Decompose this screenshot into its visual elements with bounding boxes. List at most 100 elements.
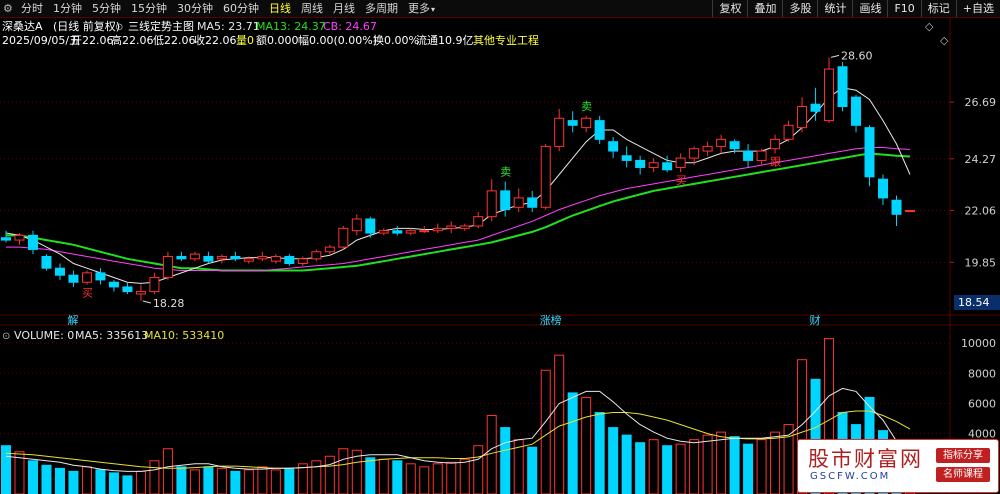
toolbar-button[interactable]: 复权 — [712, 0, 747, 17]
volume-bar — [378, 458, 389, 494]
toolbar-button[interactable]: 多股 — [782, 0, 817, 17]
candle-body — [405, 230, 416, 234]
candle-body — [243, 258, 254, 262]
toolbar-button[interactable]: F10 — [887, 0, 920, 17]
volume-bar — [581, 396, 592, 494]
candle-body — [729, 141, 740, 150]
period-tab[interactable]: 1分钟 — [48, 0, 87, 17]
volume-bar — [149, 460, 160, 494]
volume-bar — [365, 457, 376, 494]
candle-body — [297, 258, 308, 264]
settings-gear-icon[interactable]: ⚙ — [3, 3, 14, 14]
candle-body — [257, 255, 268, 260]
cb-line — [6, 152, 911, 272]
candle-body — [581, 117, 592, 129]
volume-bar — [392, 460, 403, 494]
period-tab[interactable]: 30分钟 — [172, 0, 218, 17]
signal-marker: 买 — [676, 174, 687, 187]
period-tab[interactable]: 5分钟 — [87, 0, 126, 17]
watermark-tag-indicator[interactable]: 指标分享 — [936, 448, 990, 463]
toolbar-button[interactable]: +自选 — [955, 0, 1000, 17]
volume-header: ⊙ VOLUME: 0 MA5: 335613 MA10: 533410 — [2, 329, 224, 342]
volume-bar — [324, 455, 335, 494]
volume-bar — [81, 466, 92, 494]
candle-body — [135, 291, 146, 295]
ma13-value: MA13: 24.37 — [256, 20, 326, 33]
volume-bar — [108, 472, 119, 494]
period-tab[interactable]: 15分钟 — [126, 0, 172, 17]
candle-body — [513, 197, 524, 208]
vol-label: 量0 — [236, 34, 254, 47]
volume-bar — [756, 439, 767, 494]
high-price-label: 28.60 — [841, 49, 873, 62]
chart-annotations: 28.6018.28卖卖买买跟解 涨榜财 — [67, 49, 872, 327]
cb-value: CB: 24.67 — [323, 20, 377, 33]
candle-body — [95, 272, 106, 281]
candle-body — [702, 145, 713, 152]
candle-body — [864, 127, 875, 178]
volume-bar — [662, 445, 673, 494]
candle-body — [27, 234, 38, 250]
volume-bar — [216, 467, 227, 494]
volume-bar — [338, 448, 349, 494]
candle-body — [189, 253, 200, 260]
indicator-name: 三线定势主图 — [128, 19, 194, 33]
diamond-icon: ◇ — [925, 20, 934, 33]
watermark-url: GSCFW.COM — [810, 471, 891, 482]
period-tabs: 分时 1分钟 5分钟 15分钟 30分钟 60分钟 日线 周线 月线 多周期 更多 — [16, 0, 440, 17]
candle-body — [891, 199, 902, 215]
watermark-tag-course[interactable]: 名师课程 — [936, 467, 990, 482]
candle-body — [68, 274, 79, 283]
candle-body — [81, 272, 92, 283]
candle-body — [662, 162, 673, 171]
volume-bar — [135, 470, 146, 494]
candle-body — [149, 277, 160, 293]
volume-bar — [459, 458, 470, 494]
kline-chart[interactable]: 深桑达A (日线 前复权) ⊙ 三线定势主图 MA5: 23.71 MA13: … — [0, 18, 1000, 494]
candlesticks — [1, 57, 915, 301]
volume-bar — [405, 463, 416, 494]
volume-ma10: MA10: 533410 — [144, 329, 224, 342]
candle-body — [824, 68, 835, 122]
watermark: 股市财富网 GSCFW.COM 指标分享 名师课程 — [797, 439, 999, 493]
signal-marker: 卖 — [581, 100, 592, 113]
period-tab[interactable]: 日线 — [264, 0, 296, 17]
sector-label: 其他专业工程 — [473, 33, 539, 47]
volume-bar — [41, 464, 52, 494]
moving-average-lines — [5, 87, 911, 284]
period-tab[interactable]: 分时 — [16, 0, 48, 17]
candle-body — [108, 281, 119, 288]
volume-bar — [270, 469, 281, 494]
volume-bar — [432, 463, 443, 494]
watermark-title: 股市财富网 — [808, 447, 923, 471]
event-label: 财 — [810, 313, 821, 327]
toolbar-button[interactable]: 画线 — [852, 0, 887, 17]
candle-body — [810, 103, 821, 112]
expand-icon: ◇ — [940, 34, 949, 47]
period-tab[interactable]: 多周期 — [360, 0, 403, 17]
toolbar-right-buttons: 复权 叠加 多股 统计 画线 F10 标记 +自选 — [712, 0, 1000, 17]
candle-body — [473, 216, 484, 227]
volume-bar — [419, 466, 430, 494]
candle-body — [392, 230, 403, 234]
volume-bar — [648, 439, 659, 494]
period-tab[interactable]: 周线 — [296, 0, 328, 17]
toolbar-button[interactable]: 叠加 — [747, 0, 782, 17]
event-label: 涨榜 — [540, 313, 562, 327]
change-label: 幅0.00(0.00%) — [298, 34, 377, 47]
toolbar-button[interactable]: 标记 — [920, 0, 956, 17]
candle-body — [716, 138, 727, 147]
volume-tick-label: 10000 — [961, 337, 996, 350]
period-tab[interactable]: 更多 — [403, 0, 440, 18]
volume-bar — [27, 460, 38, 494]
candle-body — [162, 255, 173, 279]
period-tab[interactable]: 月线 — [328, 0, 360, 17]
chart-mode: (日线 前复权) — [53, 19, 120, 33]
candle-body — [54, 267, 65, 276]
volume-bar — [203, 466, 214, 494]
price-tick-label: 26.69 — [965, 96, 997, 109]
low-label: 低22.06 — [153, 34, 196, 47]
price-tick-label: 19.85 — [965, 256, 997, 269]
toolbar-button[interactable]: 统计 — [817, 0, 852, 17]
period-tab[interactable]: 60分钟 — [218, 0, 264, 17]
